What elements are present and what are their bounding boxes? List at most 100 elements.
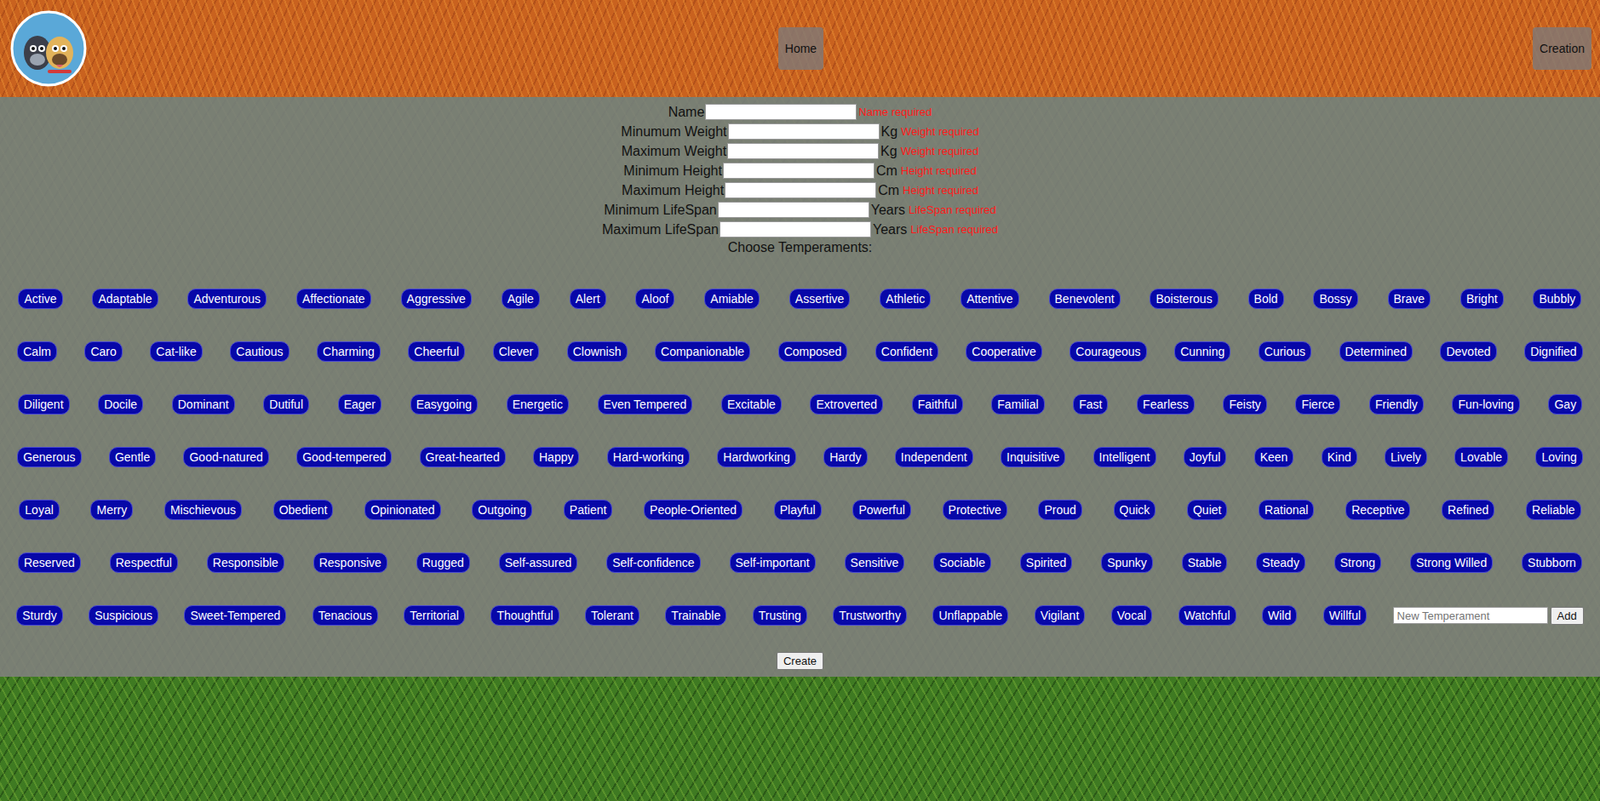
temperament-chip[interactable]: Cautious xyxy=(229,341,289,362)
temperament-chip[interactable]: Keen xyxy=(1254,447,1295,468)
temperament-chip[interactable]: Composed xyxy=(778,341,849,362)
temperament-chip[interactable]: Loving xyxy=(1535,447,1583,468)
temperament-chip[interactable]: Hardy xyxy=(823,447,867,468)
temperament-chip[interactable]: Loyal xyxy=(18,499,59,521)
temperament-chip[interactable]: Territorial xyxy=(403,605,465,626)
temperament-chip[interactable]: Benevolent xyxy=(1049,288,1121,310)
add-button[interactable]: Add xyxy=(1550,607,1584,626)
temperament-chip[interactable]: Sensitive xyxy=(844,552,906,574)
field-input[interactable] xyxy=(717,201,870,218)
temperament-chip[interactable]: Boisterous xyxy=(1149,288,1218,310)
temperament-chip[interactable]: Spunky xyxy=(1101,552,1153,574)
temperament-chip[interactable]: Joyful xyxy=(1183,447,1228,468)
temperament-chip[interactable]: Lively xyxy=(1384,447,1428,468)
temperament-chip[interactable]: Cooperative xyxy=(965,341,1043,362)
temperament-chip[interactable]: Attentive xyxy=(960,288,1019,310)
temperament-chip[interactable]: Alert xyxy=(569,288,607,310)
temperament-chip[interactable]: Stubborn xyxy=(1521,552,1583,574)
temperament-chip[interactable]: Calm xyxy=(17,341,58,362)
temperament-chip[interactable]: Bossy xyxy=(1313,288,1358,310)
temperament-chip[interactable]: Spirited xyxy=(1020,552,1073,574)
temperament-chip[interactable]: Familial xyxy=(991,394,1044,415)
temperament-chip[interactable]: Fierce xyxy=(1295,394,1341,415)
temperament-chip[interactable]: Companionable xyxy=(654,341,751,362)
temperament-chip[interactable]: Sociable xyxy=(933,552,992,574)
temperament-chip[interactable]: Dutiful xyxy=(263,394,310,415)
temperament-chip[interactable]: Quiet xyxy=(1187,499,1228,521)
temperament-chip[interactable]: Generous xyxy=(17,447,81,468)
temperament-chip[interactable]: Opinionated xyxy=(364,499,442,521)
temperament-chip[interactable]: Hard-working xyxy=(607,447,690,468)
temperament-chip[interactable]: Self-important xyxy=(729,552,816,574)
temperament-chip[interactable]: Powerful xyxy=(852,499,911,521)
temperament-chip[interactable]: Feisty xyxy=(1222,394,1267,415)
nav-button[interactable]: Creation xyxy=(1532,27,1592,70)
temperament-chip[interactable]: Responsible xyxy=(206,552,285,574)
temperament-chip[interactable]: Docile xyxy=(97,394,144,415)
temperament-chip[interactable]: Gentle xyxy=(108,447,156,468)
temperament-chip[interactable]: Cunning xyxy=(1174,341,1231,362)
temperament-chip[interactable]: Determined xyxy=(1339,341,1413,362)
temperament-chip[interactable]: Patient xyxy=(563,499,614,521)
temperament-chip[interactable]: Diligent xyxy=(17,394,70,415)
temperament-chip[interactable]: Cat-like xyxy=(149,341,202,362)
temperament-chip[interactable]: Brave xyxy=(1387,288,1432,310)
temperament-chip[interactable]: Stable xyxy=(1181,552,1228,574)
temperament-chip[interactable]: Courageous xyxy=(1069,341,1147,362)
field-input[interactable] xyxy=(719,221,872,238)
temperament-chip[interactable]: Thoughtful xyxy=(490,605,559,626)
temperament-chip[interactable]: Reliable xyxy=(1525,499,1582,521)
temperament-chip[interactable]: Self-confidence xyxy=(606,552,701,574)
temperament-chip[interactable]: Great-hearted xyxy=(419,447,506,468)
field-input[interactable] xyxy=(727,143,879,160)
temperament-chip[interactable]: Unflappable xyxy=(932,605,1009,626)
temperament-chip[interactable]: Strong xyxy=(1334,552,1382,574)
temperament-chip[interactable]: Bubbly xyxy=(1532,288,1582,310)
temperament-chip[interactable]: Intelligent xyxy=(1093,447,1157,468)
temperament-chip[interactable]: Rugged xyxy=(416,552,471,574)
temperament-chip[interactable]: Good-natured xyxy=(183,447,269,468)
temperament-chip[interactable]: Reserved xyxy=(17,552,81,574)
temperament-chip[interactable]: Gay xyxy=(1548,394,1583,415)
temperament-chip[interactable]: Receptive xyxy=(1345,499,1411,521)
temperament-chip[interactable]: Lovable xyxy=(1454,447,1509,468)
temperament-chip[interactable]: Bold xyxy=(1248,288,1285,310)
temperament-chip[interactable]: Merry xyxy=(90,499,133,521)
temperament-chip[interactable]: Mischievous xyxy=(164,499,242,521)
temperament-chip[interactable]: Kind xyxy=(1321,447,1358,468)
temperament-chip[interactable]: Responsive xyxy=(313,552,388,574)
temperament-chip[interactable]: Obedient xyxy=(273,499,334,521)
temperament-chip[interactable]: Clownish xyxy=(567,341,628,362)
temperament-chip[interactable]: Fearless xyxy=(1136,394,1195,415)
temperament-chip[interactable]: Proud xyxy=(1037,499,1082,521)
new-temperament-input[interactable] xyxy=(1393,607,1549,625)
temperament-chip[interactable]: Inquisitive xyxy=(1000,447,1066,468)
temperament-chip[interactable]: Trainable xyxy=(665,605,727,626)
temperament-chip[interactable]: Tolerant xyxy=(584,605,640,626)
temperament-chip[interactable]: Good-tempered xyxy=(296,447,392,468)
temperament-chip[interactable]: People-Oriented xyxy=(643,499,743,521)
temperament-chip[interactable]: Affectionate xyxy=(296,288,372,310)
temperament-chip[interactable]: Watchful xyxy=(1178,605,1237,626)
temperament-chip[interactable]: Dignified xyxy=(1524,341,1583,362)
temperament-chip[interactable]: Confident xyxy=(875,341,939,362)
temperament-chip[interactable]: Vocal xyxy=(1111,605,1153,626)
temperament-chip[interactable]: Fast xyxy=(1072,394,1108,415)
temperament-chip[interactable]: Rational xyxy=(1258,499,1314,521)
temperament-chip[interactable]: Happy xyxy=(533,447,580,468)
temperament-chip[interactable]: Bright xyxy=(1460,288,1504,310)
temperament-chip[interactable]: Agile xyxy=(501,288,540,310)
temperament-chip[interactable]: Fun-loving xyxy=(1451,394,1520,415)
temperament-chip[interactable]: Trusting xyxy=(752,605,808,626)
temperament-chip[interactable]: Active xyxy=(17,288,63,310)
temperament-chip[interactable]: Charming xyxy=(316,341,381,362)
temperament-chip[interactable]: Adventurous xyxy=(187,288,267,310)
temperament-chip[interactable]: Outgoing xyxy=(471,499,533,521)
temperament-chip[interactable]: Aloof xyxy=(635,288,675,310)
temperament-chip[interactable]: Adaptable xyxy=(91,288,158,310)
temperament-chip[interactable]: Strong Willed xyxy=(1410,552,1493,574)
field-input[interactable] xyxy=(724,182,877,199)
temperament-chip[interactable]: Playful xyxy=(774,499,822,521)
field-input[interactable] xyxy=(728,123,880,140)
temperament-chip[interactable]: Self-assured xyxy=(498,552,579,574)
